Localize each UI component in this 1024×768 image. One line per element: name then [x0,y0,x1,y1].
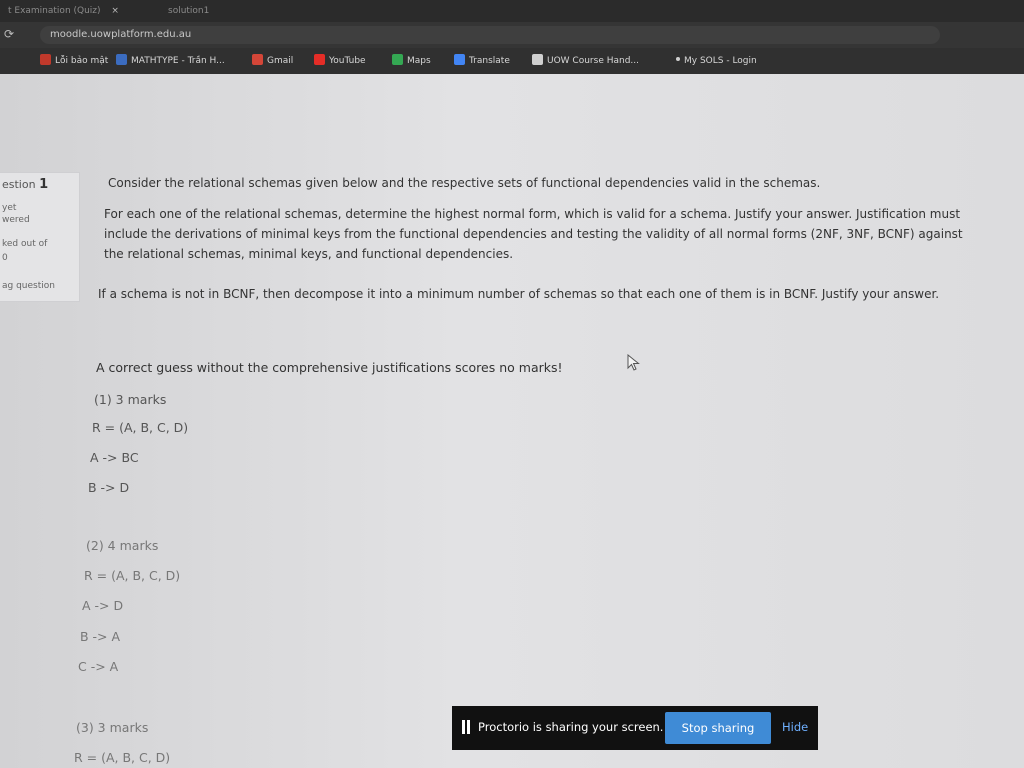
part-2-schema: R = (A, B, C, D) [84,568,181,583]
bookmark-label: My SOLS - Login [684,56,757,66]
bookmark-my-sols[interactable]: My SOLS - Login [676,54,757,68]
sols-icon [676,57,680,61]
address-bar: ⟳ moodle.uowplatform.edu.au [0,22,1024,48]
bookmark-label: Gmail [267,56,294,66]
quiz-page: estion 1 yet wered ked out of 0 ag quest… [0,74,1024,768]
question-paragraph-2: If a schema is not in BCNF, then decompo… [98,287,940,301]
bookmark-label: UOW Course Hand... [547,56,639,66]
question-intro: Consider the relational schemas given be… [108,176,821,190]
bookmark-security-error[interactable]: Lỗi bảo mật [40,54,108,68]
bookmark-mathtype[interactable]: MATHTYPE - Trần H... [116,54,225,68]
tab-solution[interactable]: solution1 [160,3,280,19]
question-note: A correct guess without the comprehensiv… [96,360,563,375]
translate-icon [454,54,465,65]
part-2-fd-1: A -> D [82,598,124,613]
reload-icon[interactable]: ⟳ [4,27,14,41]
tab-label: solution1 [168,6,210,16]
bookmark-label: Maps [407,56,431,66]
part-2-fd-2: B -> A [80,629,121,644]
question-paragraph-1: For each one of the relational schemas, … [104,207,963,261]
tab-label: t Examination (Quiz) [8,6,101,16]
bookmark-label: MATHTYPE - Trần H... [131,56,225,66]
bookmark-icon [40,54,51,65]
bookmark-uow-course-handbook[interactable]: UOW Course Hand... [532,54,639,68]
part-3-schema: R = (A, B, C, D) [74,750,171,765]
hide-button[interactable]: Hide [782,720,808,734]
part-1-fd-1: A -> BC [90,450,139,465]
part-1-schema: R = (A, B, C, D) [92,420,189,435]
bookmark-label: Translate [469,56,510,66]
question-text: Consider the relational schemas given be… [0,74,1024,768]
proctorio-message: Proctorio is sharing your screen. [478,720,664,734]
youtube-icon [314,54,325,65]
maps-icon [392,54,403,65]
bookmark-maps[interactable]: Maps [392,54,431,68]
part-1-fd-2: B -> D [88,480,130,495]
part-2-fd-3: C -> A [78,659,119,674]
mouse-cursor-icon [627,354,640,371]
part-3-title: (3) 3 marks [76,720,149,735]
close-icon[interactable]: × [111,6,119,16]
gmail-icon [252,54,263,65]
part-2-title: (2) 4 marks [86,538,159,553]
browser-tab-strip: t Examination (Quiz) × solution1 [0,0,1024,22]
bookmark-gmail[interactable]: Gmail [252,54,293,68]
stop-sharing-button[interactable]: Stop sharing [665,712,771,744]
bookmark-youtube[interactable]: YouTube [314,54,366,68]
bookmark-label: YouTube [329,56,366,66]
bookmark-translate[interactable]: Translate [454,54,510,68]
uow-icon [532,54,543,65]
tab-examination[interactable]: t Examination (Quiz) × [0,3,150,19]
bookmark-icon [116,54,127,65]
proctorio-sharing-banner: Proctorio is sharing your screen. Stop s… [452,706,818,750]
pause-icon [462,720,472,734]
bookmarks-bar: Lỗi bảo mật MATHTYPE - Trần H... Gmail Y… [0,48,1024,74]
bookmark-label: Lỗi bảo mật [55,56,109,66]
url-field[interactable]: moodle.uowplatform.edu.au [40,26,940,44]
part-1-title: (1) 3 marks [94,392,167,407]
